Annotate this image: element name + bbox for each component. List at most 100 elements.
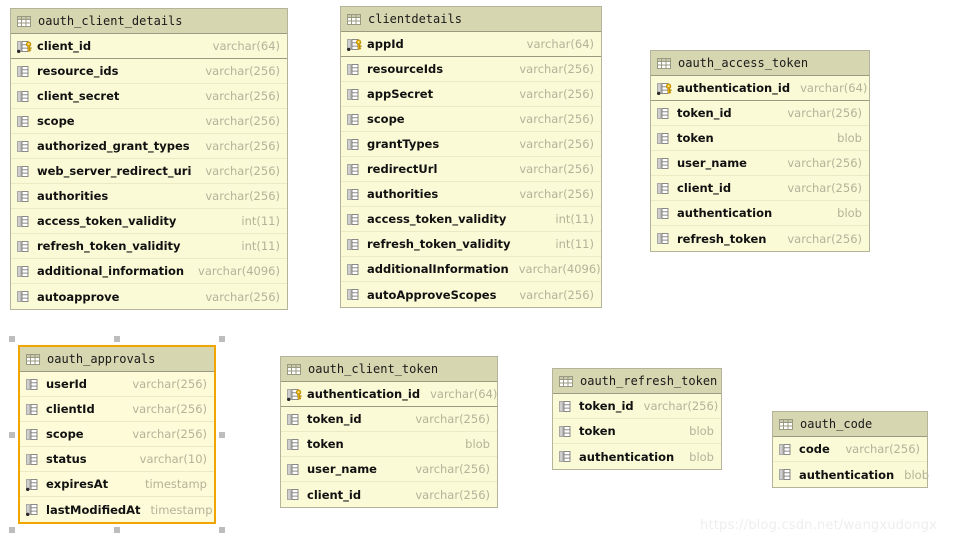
column-icon <box>26 453 46 466</box>
column-row[interactable]: web_server_redirect_uri varchar(256) <box>11 159 287 184</box>
column-type: varchar(64) <box>526 37 594 51</box>
column-row[interactable]: client_id varchar(256) <box>651 176 869 201</box>
column-icon <box>17 115 37 128</box>
column-type: varchar(256) <box>519 162 594 176</box>
column-icon <box>26 378 46 391</box>
column-row[interactable]: resource_ids varchar(256) <box>11 59 287 84</box>
entity-header[interactable]: oauth_approvals <box>20 347 214 372</box>
resize-handle-nw[interactable] <box>9 336 15 342</box>
entity-header[interactable]: oauth_client_token <box>281 357 497 382</box>
column-row[interactable]: status varchar(10) <box>20 447 214 472</box>
entity-header[interactable]: oauth_code <box>773 412 927 437</box>
column-row[interactable]: refresh_token_validity int(11) <box>341 232 601 257</box>
column-row[interactable]: token blob <box>553 419 721 444</box>
column-row[interactable]: refresh_token varchar(256) <box>651 226 869 251</box>
entity-header[interactable]: oauth_client_details <box>11 9 287 34</box>
column-row-primary-key[interactable]: appId varchar(64) <box>341 32 601 57</box>
entity-header[interactable]: oauth_refresh_token <box>553 369 721 394</box>
entity-header[interactable]: clientdetails <box>341 7 601 32</box>
column-icon <box>657 132 677 145</box>
column-name: authorized_grant_types <box>37 139 190 153</box>
column-name: refresh_token_validity <box>37 239 181 253</box>
column-row[interactable]: client_id varchar(256) <box>281 482 497 507</box>
column-row[interactable]: autoapprove varchar(256) <box>11 284 287 309</box>
column-row[interactable]: additional_information varchar(4096) <box>11 259 287 284</box>
column-row[interactable]: token_id varchar(256) <box>553 394 721 419</box>
column-name: code <box>799 442 830 456</box>
entity-clientdetails[interactable]: clientdetails appId varchar(64) resourceIds… <box>340 6 602 308</box>
column-type: varchar(256) <box>205 164 280 178</box>
column-row[interactable]: redirectUrl varchar(256) <box>341 157 601 182</box>
column-row[interactable]: appSecret varchar(256) <box>341 82 601 107</box>
column-type: varchar(256) <box>132 377 207 391</box>
column-row[interactable]: authentication blob <box>651 201 869 226</box>
column-row[interactable]: authorities varchar(256) <box>341 182 601 207</box>
column-row[interactable]: resourceIds varchar(256) <box>341 57 601 82</box>
column-name: appId <box>367 37 404 51</box>
column-row[interactable]: userId varchar(256) <box>20 372 214 397</box>
entity-oauth_access_token[interactable]: oauth_access_token authentication_id varch… <box>650 50 870 252</box>
column-name: autoApproveScopes <box>367 287 497 302</box>
column-row[interactable]: expiresAt timestamp <box>20 472 214 497</box>
column-row[interactable]: token blob <box>651 126 869 151</box>
column-row[interactable]: scope varchar(256) <box>11 109 287 134</box>
column-row[interactable]: lastModifiedAt timestamp <box>20 497 214 522</box>
column-row[interactable]: user_name varchar(256) <box>281 457 497 482</box>
column-row[interactable]: token_id varchar(256) <box>281 407 497 432</box>
entity-oauth_refresh_token[interactable]: oauth_refresh_token token_id varchar(256) t… <box>552 368 722 470</box>
column-row[interactable]: authorities varchar(256) <box>11 184 287 209</box>
column-name: lastModifiedAt <box>46 502 141 517</box>
column-icon <box>17 90 37 103</box>
column-row[interactable]: user_name varchar(256) <box>651 151 869 176</box>
column-row[interactable]: authentication blob <box>553 444 721 469</box>
column-type: timestamp <box>150 502 213 517</box>
resize-handle-w[interactable] <box>9 432 15 438</box>
resize-handle-se[interactable] <box>219 527 225 533</box>
column-name: token <box>307 437 344 451</box>
column-row[interactable]: scope varchar(256) <box>341 107 601 132</box>
column-row[interactable]: authorized_grant_types varchar(256) <box>11 134 287 159</box>
resize-handle-n[interactable] <box>114 336 120 342</box>
column-row[interactable]: access_token_validity int(11) <box>11 209 287 234</box>
column-name: authentication_id <box>677 81 791 95</box>
column-icon <box>559 425 579 438</box>
column-name: authorities <box>367 187 439 201</box>
column-type: varchar(256) <box>415 412 490 426</box>
column-row[interactable]: grantTypes varchar(256) <box>341 132 601 157</box>
entity-oauth_approvals[interactable]: oauth_approvals userId varchar(256) clientI… <box>18 345 216 524</box>
entity-oauth_client_details[interactable]: oauth_client_details client_id varchar(64)… <box>10 8 288 310</box>
primary-key-icon <box>287 388 307 401</box>
column-type: varchar(256) <box>787 181 862 195</box>
column-row[interactable]: clientId varchar(256) <box>20 397 214 422</box>
column-row[interactable]: token blob <box>281 432 497 457</box>
column-name: token <box>579 424 616 438</box>
entity-oauth_code[interactable]: oauth_code code varchar(256) authentication… <box>772 411 929 488</box>
entity-oauth_client_token[interactable]: oauth_client_token authentication_id varch… <box>280 356 498 508</box>
column-icon <box>26 478 46 491</box>
column-name: resourceIds <box>367 62 444 76</box>
resize-handle-sw[interactable] <box>9 527 15 533</box>
column-row[interactable]: refresh_token_validity int(11) <box>11 234 287 259</box>
column-row-primary-key[interactable]: authentication_id varchar(64) <box>651 76 869 101</box>
resize-handle-s[interactable] <box>114 527 120 533</box>
column-row[interactable]: additionalInformation varchar(4096) <box>341 257 601 282</box>
column-name: refresh_token_validity <box>367 237 511 251</box>
column-row-primary-key[interactable]: client_id varchar(64) <box>11 34 287 59</box>
column-row[interactable]: code varchar(256) <box>773 437 927 462</box>
column-row[interactable]: client_secret varchar(256) <box>11 84 287 109</box>
column-icon <box>17 65 37 78</box>
column-row[interactable]: token_id varchar(256) <box>651 101 869 126</box>
column-row[interactable]: autoApproveScopes varchar(256) <box>341 282 601 307</box>
column-row[interactable]: authentication blob <box>773 462 929 487</box>
resize-handle-e[interactable] <box>219 432 225 438</box>
column-row[interactable]: access_token_validity int(11) <box>341 207 601 232</box>
diagram-canvas[interactable]: oauth_client_details client_id varchar(64)… <box>0 0 965 544</box>
column-row[interactable]: scope varchar(256) <box>20 422 214 447</box>
column-type: varchar(256) <box>519 62 594 76</box>
entity-header[interactable]: oauth_access_token <box>651 51 869 76</box>
column-icon <box>657 182 677 195</box>
column-type: blob <box>837 206 862 220</box>
column-row-primary-key[interactable]: authentication_id varchar(64) <box>281 382 497 407</box>
resize-handle-ne[interactable] <box>219 336 225 342</box>
column-list: userId varchar(256) clientId varchar(256) sc… <box>20 372 214 522</box>
